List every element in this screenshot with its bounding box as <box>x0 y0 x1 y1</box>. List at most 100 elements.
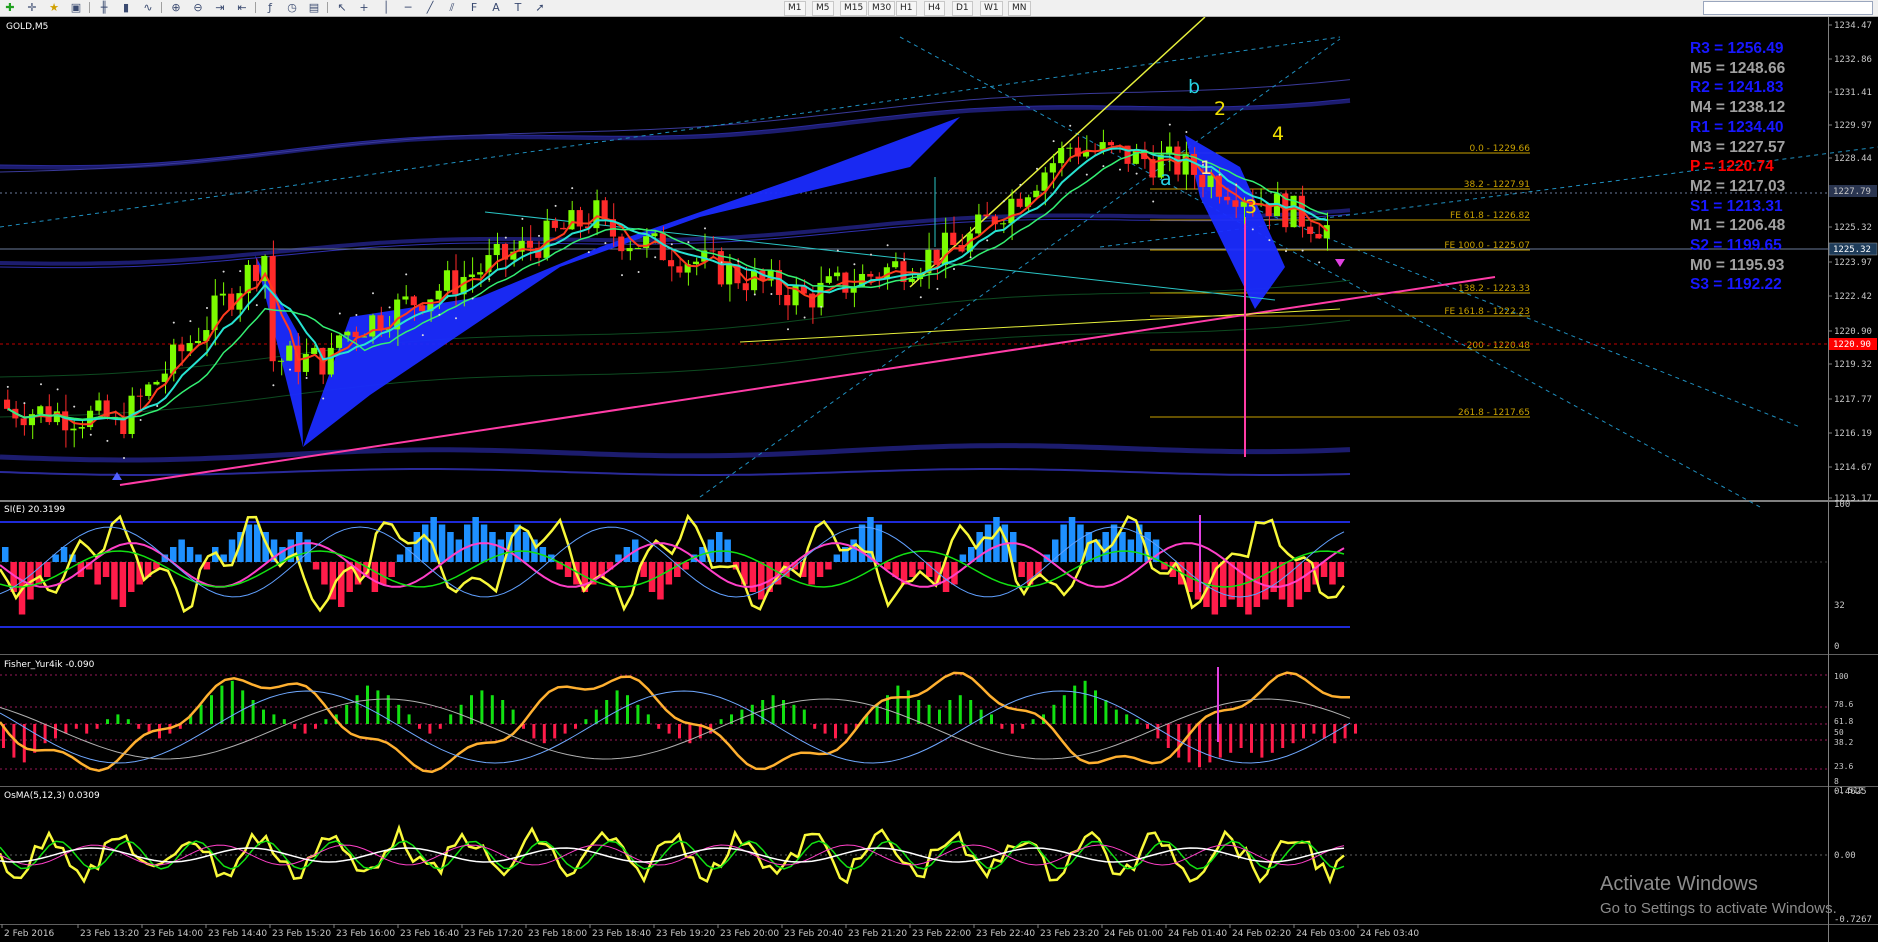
timeframe-h1[interactable]: H1 <box>896 1 917 16</box>
parabolic-sar-dot <box>1268 239 1271 242</box>
indicators-icon[interactable]: ƒ <box>262 1 278 14</box>
candle-body <box>560 227 567 230</box>
histogram-bar <box>657 562 664 600</box>
histogram-bar <box>170 547 177 562</box>
histogram-bar <box>428 724 432 734</box>
candle-body <box>983 214 990 217</box>
histogram-bar <box>1068 517 1076 562</box>
equidistant-channel-icon[interactable]: ⫽ <box>444 1 460 14</box>
toolbar-separator <box>255 2 256 13</box>
bar-chart-icon[interactable]: ╫ <box>96 1 112 14</box>
histogram-bar <box>338 562 345 607</box>
indicator2-scale: 100 <box>1834 672 1849 681</box>
parabolic-sar-dot <box>355 314 358 317</box>
histogram-bar <box>844 724 848 734</box>
indicator1-scale: 0 <box>1834 642 1839 652</box>
parabolic-sar-dot <box>73 405 76 408</box>
candle-body <box>742 283 749 291</box>
autoscroll-icon[interactable]: ⇥ <box>212 1 228 14</box>
parabolic-sar-dot <box>886 244 889 247</box>
histogram-bar <box>44 562 51 577</box>
candle-body <box>20 418 27 426</box>
label-icon[interactable]: T <box>510 1 526 14</box>
chart-window[interactable]: 0.0 - 1229.66 38.2 - 1227.91 FE 61.8 - 122… <box>0 17 1878 942</box>
timeframe-m30[interactable]: M30 <box>868 1 896 16</box>
wave-label: 4 <box>1272 123 1284 145</box>
histogram-bar <box>1018 562 1025 577</box>
time-axis-label: 23 Feb 16:40 <box>400 929 459 939</box>
parabolic-sar-dot <box>388 306 391 309</box>
candle-body <box>526 240 533 248</box>
watermark-line2: Go to Settings to activate Windows. <box>1600 900 1837 917</box>
candle-body <box>892 261 899 268</box>
candle-body <box>468 274 475 277</box>
parabolic-sar-dot <box>438 313 441 316</box>
cursor-icon[interactable]: ↖ <box>334 1 350 14</box>
histogram-bar <box>102 562 110 577</box>
line-chart-icon[interactable]: ∿ <box>140 1 156 14</box>
fibonacci-icon[interactable]: F <box>466 1 482 14</box>
timeframe-mn[interactable]: MN <box>1008 1 1031 16</box>
wave-label: 2 <box>1214 98 1226 120</box>
histogram-bar <box>1220 562 1227 607</box>
candles-icon[interactable]: ▮ <box>118 1 134 14</box>
templates-icon[interactable]: ▣ <box>68 1 84 14</box>
chart-canvas[interactable]: 0.0 - 1229.66 38.2 - 1227.91 FE 61.8 - 122… <box>0 17 1878 942</box>
histogram-bar <box>542 724 546 744</box>
templates-menu-icon[interactable]: ▤ <box>306 1 322 14</box>
parabolic-sar-dot <box>836 249 839 252</box>
candle-body <box>186 343 193 352</box>
periods-icon[interactable]: ◷ <box>284 1 300 14</box>
arrows-icon[interactable]: ➚ <box>532 1 548 14</box>
candle-body <box>543 220 550 258</box>
zoom-in-icon[interactable]: ⊕ <box>168 1 184 14</box>
timeframe-w1[interactable]: W1 <box>980 1 1003 16</box>
zoom-out-icon[interactable]: ⊖ <box>190 1 206 14</box>
parabolic-sar-dot <box>1036 167 1038 170</box>
vertical-line-icon[interactable]: │ <box>378 1 394 14</box>
timeframe-m15[interactable]: M15 <box>840 1 868 16</box>
pivot-level: M1 = 1206.48 <box>1690 217 1786 235</box>
histogram-bar <box>418 724 421 729</box>
top-price-tag: 1227.79 <box>1833 187 1871 197</box>
crosshair-icon[interactable]: ✛ <box>24 1 40 14</box>
candle-body <box>336 335 343 348</box>
histogram-bar <box>1312 724 1316 734</box>
candle-body <box>253 264 260 282</box>
favorites-icon[interactable]: ★ <box>46 1 62 14</box>
histogram-bar <box>1083 680 1087 724</box>
fib-level-label: 38.2 - 1227.91 <box>1464 180 1530 190</box>
candle-body <box>194 340 201 344</box>
timeframe-h4[interactable]: H4 <box>924 1 945 16</box>
histogram-bar <box>314 724 317 729</box>
trendline-icon[interactable]: ╱ <box>422 1 438 14</box>
time-axis-label: 24 Feb 01:40 <box>1168 929 1227 939</box>
candle-body <box>975 214 982 234</box>
histogram-bar <box>195 554 202 562</box>
time-axis-label: 23 Feb 20:40 <box>784 929 843 939</box>
fib-level-label: 261.8 - 1217.65 <box>1458 408 1530 418</box>
time-axis-label: 23 Feb 19:20 <box>656 929 715 939</box>
histogram-bar <box>605 700 609 724</box>
histogram-bar <box>241 690 245 724</box>
fib-level-label: 138.2 - 1223.33 <box>1458 284 1530 294</box>
search-input[interactable] <box>1703 1 1873 15</box>
timeframe-m1[interactable]: M1 <box>784 1 806 16</box>
candle-body <box>784 294 791 306</box>
time-axis-label: 23 Feb 22:40 <box>976 929 1035 939</box>
histogram-bar <box>64 724 68 734</box>
wave-label: a <box>1160 168 1172 190</box>
new-chart-icon[interactable]: ✚ <box>2 1 18 14</box>
parabolic-sar-dot <box>222 270 225 273</box>
text-icon[interactable]: A <box>488 1 504 14</box>
candle-body <box>551 220 558 228</box>
fib-level-label: 0.0 - 1229.66 <box>1470 144 1531 154</box>
shift-icon[interactable]: ⇤ <box>234 1 250 14</box>
candle-body <box>668 260 675 267</box>
crosshair-tool-icon[interactable]: + <box>356 1 372 14</box>
parabolic-sar-dot <box>1301 249 1304 252</box>
timeframe-d1[interactable]: D1 <box>952 1 973 16</box>
candle-body <box>153 381 160 385</box>
timeframe-m5[interactable]: M5 <box>812 1 834 16</box>
horizontal-line-icon[interactable]: ─ <box>400 1 416 14</box>
